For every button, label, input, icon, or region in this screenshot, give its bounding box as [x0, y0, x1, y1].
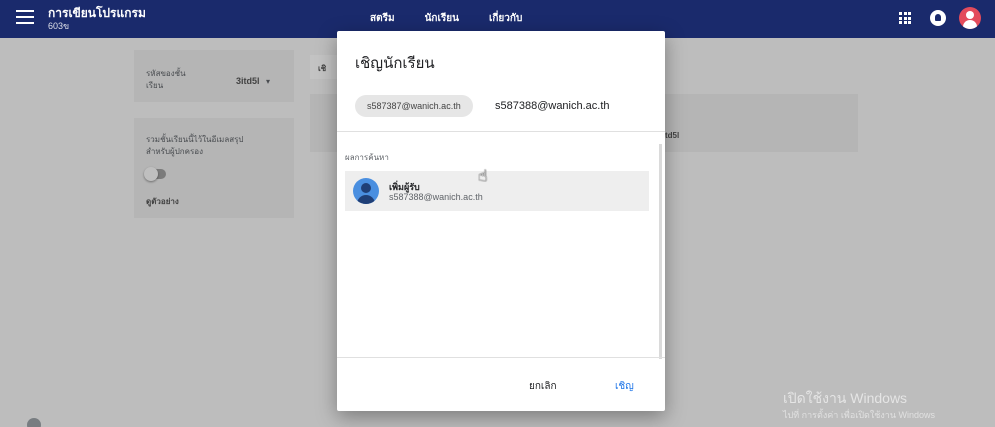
- result-email: s587388@wanich.ac.th: [389, 192, 483, 202]
- tab-stream[interactable]: สตรีม: [370, 11, 395, 26]
- windows-activation-hint: ไปที่ การตั้งค่า เพื่อเปิดใช้งาน Windows: [783, 410, 935, 420]
- invite-students-dialog: เชิญนักเรียน s587387@wanich.ac.th ผลการค…: [337, 31, 665, 411]
- invite-button[interactable]: เชิญ: [615, 379, 634, 394]
- email-chip[interactable]: s587387@wanich.ac.th: [355, 95, 473, 117]
- class-section: 603ข: [48, 21, 70, 31]
- email-input[interactable]: [495, 95, 655, 117]
- notification-icon[interactable]: [930, 10, 946, 26]
- cancel-button[interactable]: ยกเลิก: [529, 379, 557, 394]
- menu-icon[interactable]: [16, 10, 34, 24]
- nav-tabs: สตรีม นักเรียน เกี่ยวกับ: [370, 11, 522, 26]
- dialog-title: เชิญนักเรียน: [355, 55, 435, 72]
- apps-grid-icon[interactable]: [899, 12, 911, 24]
- tab-students[interactable]: นักเรียน: [425, 11, 459, 26]
- account-avatar[interactable]: [959, 7, 981, 29]
- search-result-item[interactable]: เพิ่มผู้รับ s587388@wanich.ac.th: [345, 171, 649, 211]
- windows-activation-watermark: เปิดใช้งาน Windows: [783, 390, 908, 406]
- divider: [337, 131, 665, 132]
- hand-cursor-icon: ☝: [478, 168, 488, 185]
- person-icon: [353, 178, 379, 204]
- tab-about[interactable]: เกี่ยวกับ: [489, 11, 522, 26]
- search-results-label: ผลการค้นหา: [345, 153, 389, 162]
- divider: [337, 357, 665, 358]
- results-scrollbar[interactable]: [659, 144, 662, 359]
